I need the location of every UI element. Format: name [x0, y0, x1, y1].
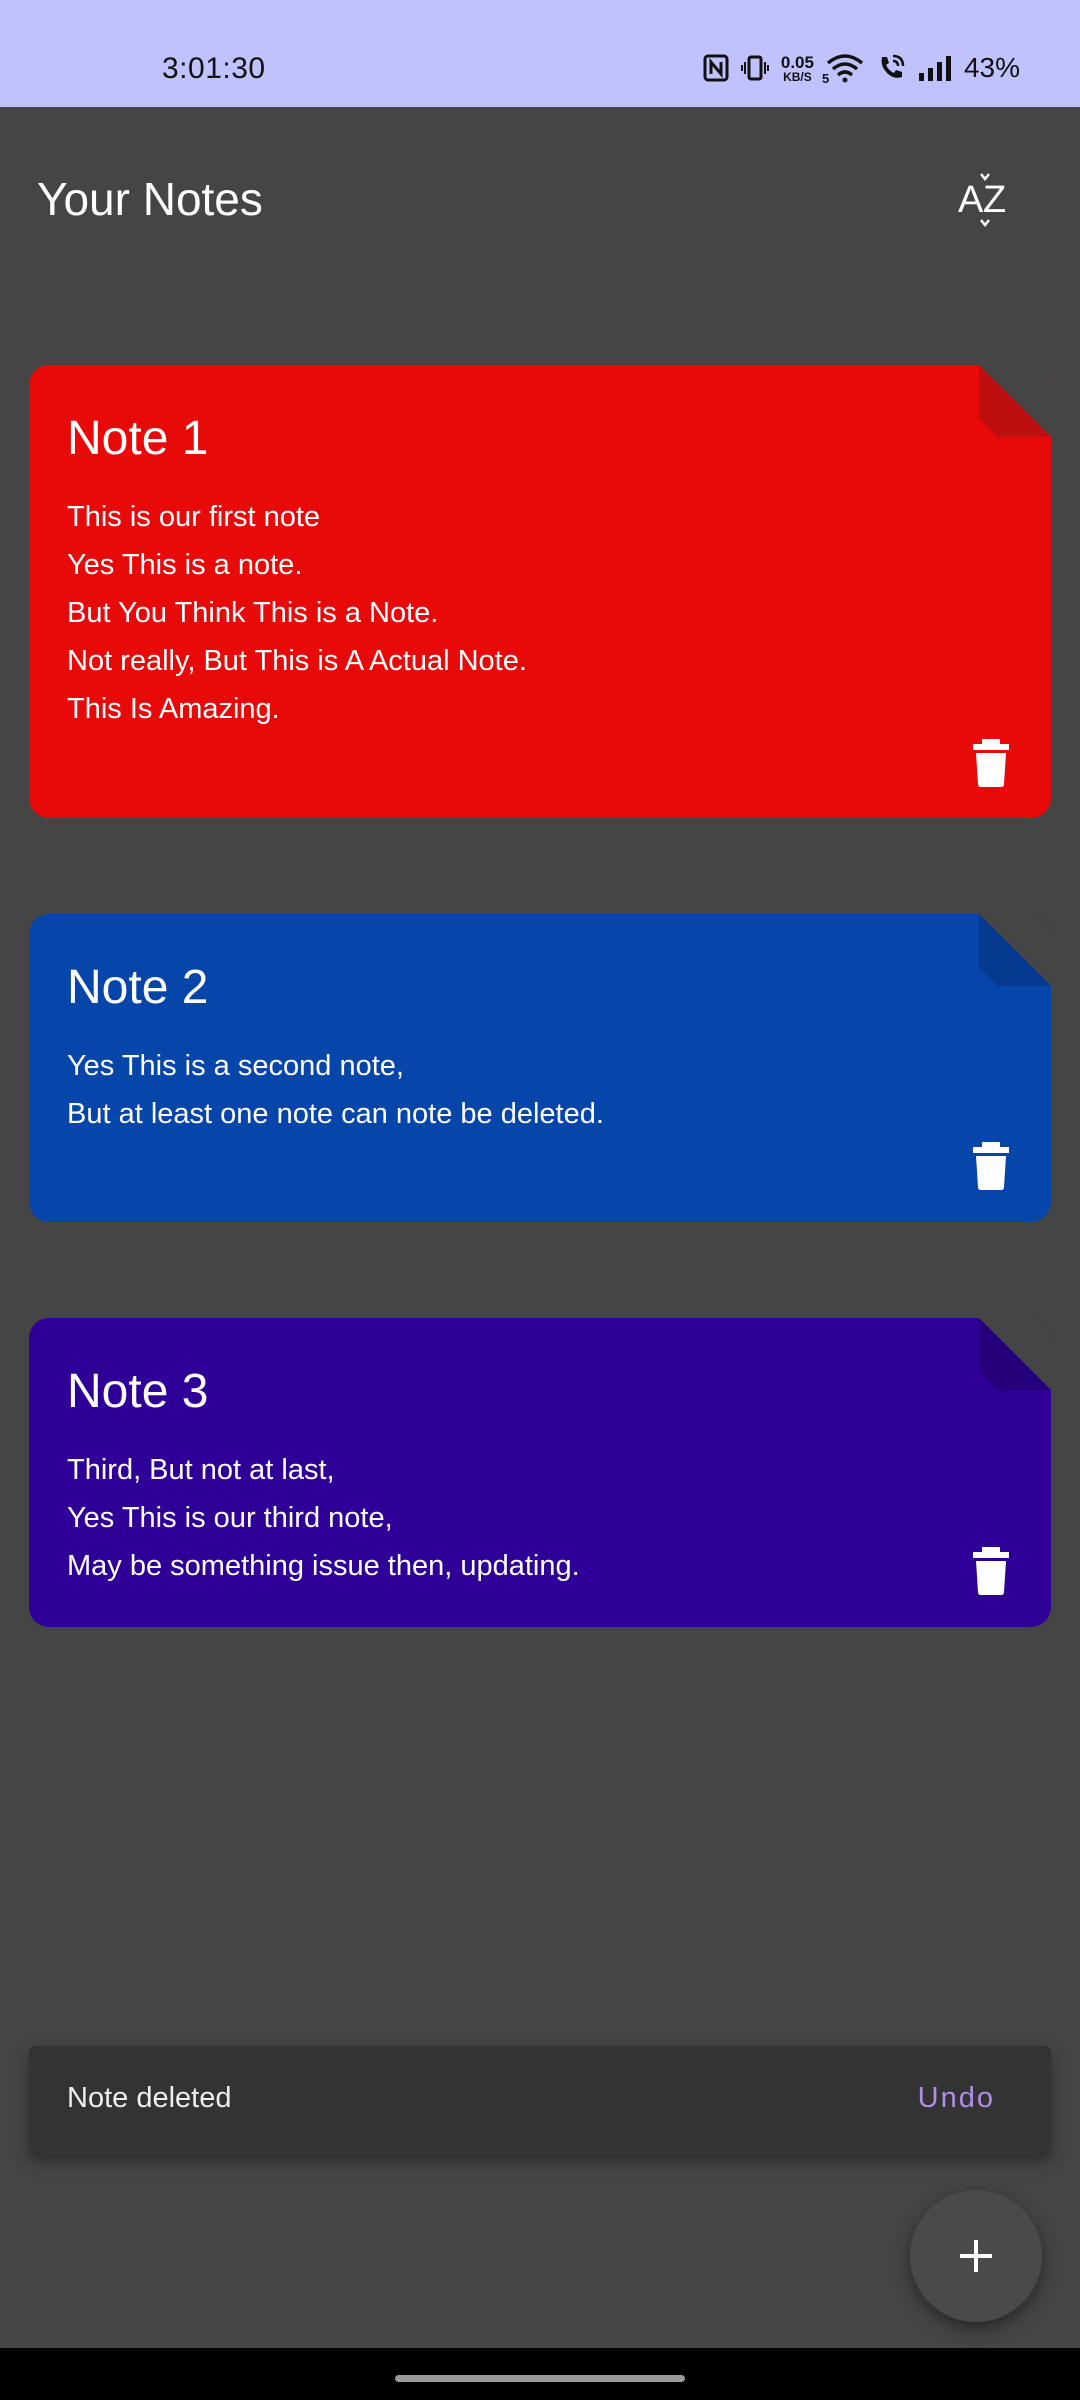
sort-az-icon: A Z — [956, 172, 1016, 233]
plus-icon — [960, 2240, 992, 2272]
status-icons: 0.05 KB/S 5 43% — [703, 52, 1020, 86]
vibrate-icon — [740, 54, 769, 82]
note-line: Yes This is our third note, — [67, 1502, 393, 1534]
gesture-handle[interactable] — [395, 2375, 685, 2382]
undo-button[interactable]: Undo — [918, 2082, 995, 2115]
nfc-icon — [703, 54, 729, 82]
note-line: This is our first note — [67, 501, 321, 533]
note-card-1[interactable]: Note 1 This is our first note Yes This i… — [29, 365, 1051, 818]
delete-note-button[interactable] — [969, 739, 1013, 787]
signal-icon — [918, 55, 952, 81]
note-line: This Is Amazing. — [67, 693, 280, 725]
delete-note-button[interactable] — [969, 1547, 1013, 1595]
wifi-icon: 5 — [822, 53, 864, 86]
page-title: Your Notes — [37, 173, 263, 225]
system-nav-bar — [0, 2348, 1080, 2400]
sort-button[interactable]: A Z — [948, 172, 1024, 232]
note-content: Third, But not at last, Yes This is our … — [67, 1446, 580, 1590]
note-card-2[interactable]: Note 2 Yes This is a second note, But at… — [29, 914, 1051, 1222]
trash-icon — [973, 1547, 1009, 1595]
note-title: Note 1 — [67, 412, 209, 465]
status-time: 3:01:30 — [162, 52, 266, 85]
trash-icon — [973, 739, 1009, 787]
svg-text:Z: Z — [983, 179, 1006, 221]
status-bar: 3:01:30 0.05 KB/S 5 43% — [0, 0, 1080, 107]
trash-icon — [973, 1142, 1009, 1190]
add-note-button[interactable] — [910, 2190, 1042, 2322]
note-line: But You Think This is a Note. — [67, 597, 439, 629]
network-speed-value: 0.05 — [780, 52, 814, 72]
note-content: This is our first note Yes This is a not… — [67, 493, 527, 733]
note-line: Yes This is a note. — [67, 549, 303, 581]
note-title: Note 3 — [67, 1365, 209, 1418]
note-line: Third, But not at last, — [67, 1454, 335, 1486]
note-content: Yes This is a second note, But at least … — [67, 1042, 604, 1138]
wifi-badge: 5 — [821, 71, 830, 86]
note-line: May be something issue then, updating. — [67, 1550, 580, 1582]
battery-percent: 43% — [963, 52, 1020, 83]
delete-note-button[interactable] — [969, 1142, 1013, 1190]
note-title: Note 2 — [67, 961, 209, 1014]
snackbar: Note deleted Undo — [29, 2046, 1051, 2156]
note-line: Yes This is a second note, — [67, 1050, 404, 1082]
note-card-3[interactable]: Note 3 Third, But not at last, Yes This … — [29, 1318, 1051, 1627]
snackbar-message: Note deleted — [67, 2082, 232, 2114]
network-speed: 0.05 KB/S — [781, 54, 814, 83]
wifi-call-icon — [876, 53, 906, 83]
note-line: Not really, But This is A Actual Note. — [67, 645, 527, 677]
svg-text:A: A — [958, 179, 984, 221]
note-line: But at least one note can note be delete… — [67, 1098, 604, 1130]
network-speed-unit: KB/S — [783, 69, 812, 84]
